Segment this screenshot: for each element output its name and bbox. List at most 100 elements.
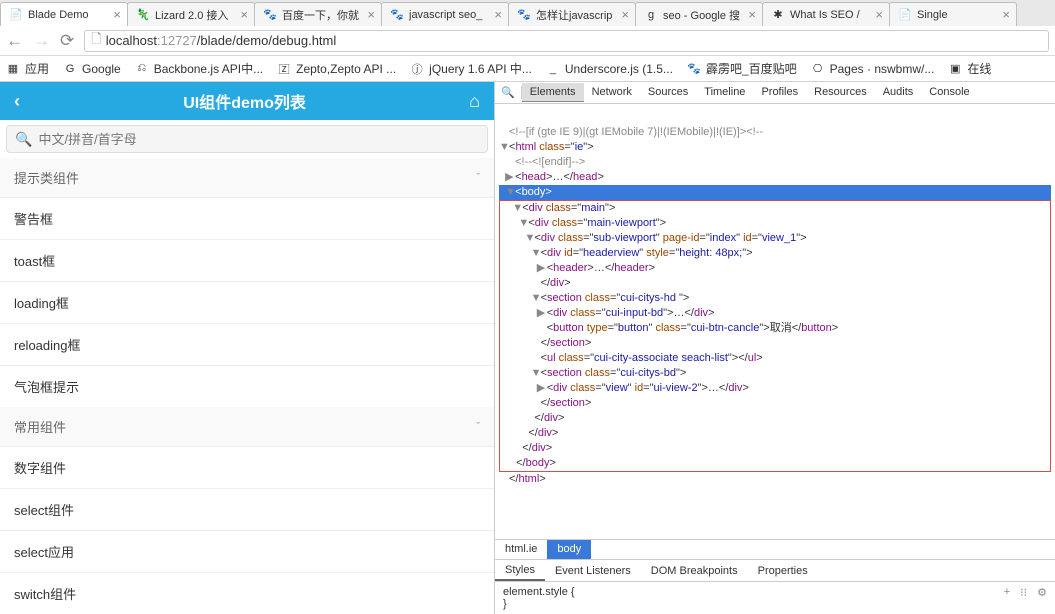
close-icon[interactable]: × [748,7,756,22]
close-icon[interactable]: × [875,7,883,22]
list-item[interactable]: reloading框 [0,323,494,365]
bookmark-item[interactable]: ⎔Pages · nswbmw/... [811,62,935,76]
close-icon[interactable]: × [1002,7,1010,22]
dom-node[interactable]: <!--[if (gte IE 9)|(gt IEMobile 7)|!(IEM… [499,125,1051,140]
close-icon[interactable]: × [240,7,248,22]
breadcrumb[interactable]: html.iebody [495,539,1055,559]
list-item[interactable]: 数字组件 [0,446,494,488]
reload-button[interactable]: ⟳ [60,31,74,51]
dom-node[interactable]: </div> [500,441,1050,456]
crumb-item[interactable]: html.ie [495,540,547,559]
dom-node[interactable]: </div> [500,276,1050,291]
browser-tab[interactable]: gseo - Google 搜× [635,2,763,26]
devtools-tab[interactable]: Profiles [753,83,806,102]
browser-tab[interactable]: 🐾百度一下，你就× [254,2,382,26]
group-header-common[interactable]: 常用组件 ˇ [0,407,494,446]
close-icon[interactable]: × [621,7,629,22]
browser-tab[interactable]: 🐾怎样让javascrip× [508,2,636,26]
devtools-tab[interactable]: Console [921,83,977,102]
bookmark-item[interactable]: GGoogle [63,62,121,76]
dom-node[interactable]: ▼<div class="sub-viewport" page-id="inde… [500,231,1050,246]
list-item[interactable]: select应用 [0,530,494,572]
new-style-icon[interactable]: + [1004,586,1010,599]
subtab[interactable]: DOM Breakpoints [641,562,748,580]
forward-button[interactable]: → [33,31,50,51]
close-icon[interactable]: × [367,7,375,22]
dom-node[interactable] [499,110,1051,125]
dom-node[interactable]: </body> [500,456,1050,471]
dom-node[interactable]: ▼<div class="main-viewport"> [500,216,1050,231]
subtab[interactable]: Styles [495,561,545,581]
subtab[interactable]: Properties [748,562,818,580]
dom-node[interactable]: </section> [500,336,1050,351]
devtools-tab[interactable]: Audits [875,83,922,102]
browser-tab[interactable]: ✱What Is SEO /× [762,2,890,26]
browser-tab[interactable]: 📄Single× [889,2,1017,26]
dom-node[interactable]: </section> [500,396,1050,411]
subtab[interactable]: Event Listeners [545,562,641,580]
bookmark-icon: ⎌ [135,62,149,76]
dom-node[interactable]: ▶<header>…</header> [500,261,1050,276]
devtools-tab[interactable]: Resources [806,83,875,102]
dom-node[interactable]: </div> [500,426,1050,441]
tab-label: 怎样让javascrip [536,7,617,23]
tab-label: What Is SEO / [790,9,871,21]
bookmark-item[interactable]: 🅉Zepto,Zepto API ... [277,62,396,76]
app-back-icon[interactable]: ‹ [14,91,20,112]
bookmark-icon: 🐾 [687,62,701,76]
dom-node[interactable]: ▼<div id="headerview" style="height: 48p… [500,246,1050,261]
dom-node[interactable]: <ul class="cui-city-associate seach-list… [500,351,1050,366]
bookmark-item[interactable]: 🐾霹雳吧_百度贴吧 [687,60,797,77]
back-button[interactable]: ← [6,31,23,51]
dom-node[interactable]: ▶<div class="view" id="ui-view-2">…</div… [500,381,1050,396]
group-header-tips[interactable]: 提示类组件 ˇ [0,158,494,197]
dom-node[interactable]: <button type="button" class="cui-btn-can… [500,321,1050,336]
close-icon[interactable]: × [113,7,121,22]
bookmark-icon: 🅉 [277,62,291,76]
bookmark-item[interactable]: ▦应用 [6,60,49,77]
search-field[interactable] [38,132,479,147]
list-item[interactable]: 气泡框提示 [0,365,494,407]
devtools-subtabs[interactable]: StylesEvent ListenersDOM BreakpointsProp… [495,559,1055,581]
crumb-item[interactable]: body [547,540,591,559]
dom-node[interactable]: ▶<head>…</head> [499,170,1051,185]
dom-node[interactable]: ▼<section class="cui-citys-hd "> [500,291,1050,306]
dom-node[interactable]: </div> [500,411,1050,426]
list-item[interactable]: loading框 [0,281,494,323]
toggle-state-icon[interactable]: ⁝⁝ [1020,586,1027,599]
list-item[interactable]: toast框 [0,239,494,281]
bookmark-item[interactable]: ⓙjQuery 1.6 API 中... [410,60,532,77]
list-item[interactable]: switch组件 [0,572,494,614]
settings-icon[interactable]: ⚙ [1037,586,1047,599]
tab-label: Lizard 2.0 接入 [155,7,236,23]
dom-node[interactable]: ▼<div class="main"> [500,201,1050,216]
url-field[interactable]: 🗋 localhost:12727/blade/demo/debug.html [84,30,1049,52]
devtools-tab[interactable]: Sources [640,83,696,102]
bookmark-icon: ⓙ [410,62,424,76]
dom-node[interactable]: ▼<body> [499,185,1051,200]
app-title: UI组件demo列表 [183,89,306,113]
tab-label: Blade Demo [28,9,109,21]
dom-tree[interactable]: <!--[if (gte IE 9)|(gt IEMobile 7)|!(IEM… [495,104,1055,539]
list-item[interactable]: 警告框 [0,197,494,239]
bookmark-item[interactable]: ⎌Backbone.js API中... [135,60,263,77]
styles-pane[interactable]: + ⁝⁝ ⚙ element.style { } [495,581,1055,614]
dom-node[interactable]: ▼<html class="ie"> [499,140,1051,155]
dom-node[interactable]: ▶<div class="cui-input-bd">…</div> [500,306,1050,321]
devtools-tab[interactable]: Timeline [696,83,753,102]
browser-tab[interactable]: 📄Blade Demo× [0,2,128,26]
inspect-icon[interactable]: 🔍 [495,86,522,99]
devtools-tab[interactable]: Elements [522,83,584,102]
close-icon[interactable]: × [494,7,502,22]
browser-tab[interactable]: 🐾javascript seo_× [381,2,509,26]
home-icon[interactable]: ⌂ [469,91,480,112]
devtools-tab[interactable]: Network [584,83,640,102]
search-input[interactable]: 🔍 [6,125,488,153]
dom-node[interactable]: ▼<section class="cui-citys-bd"> [500,366,1050,381]
browser-tab[interactable]: 🦎Lizard 2.0 接入× [127,2,255,26]
list-item[interactable]: select组件 [0,488,494,530]
dom-node[interactable]: </html> [499,472,1051,487]
dom-node[interactable]: <!--<![endif]--> [499,155,1051,170]
bookmark-item[interactable]: ▣在线 [948,60,991,77]
bookmark-item[interactable]: _Underscore.js (1.5... [546,62,673,76]
